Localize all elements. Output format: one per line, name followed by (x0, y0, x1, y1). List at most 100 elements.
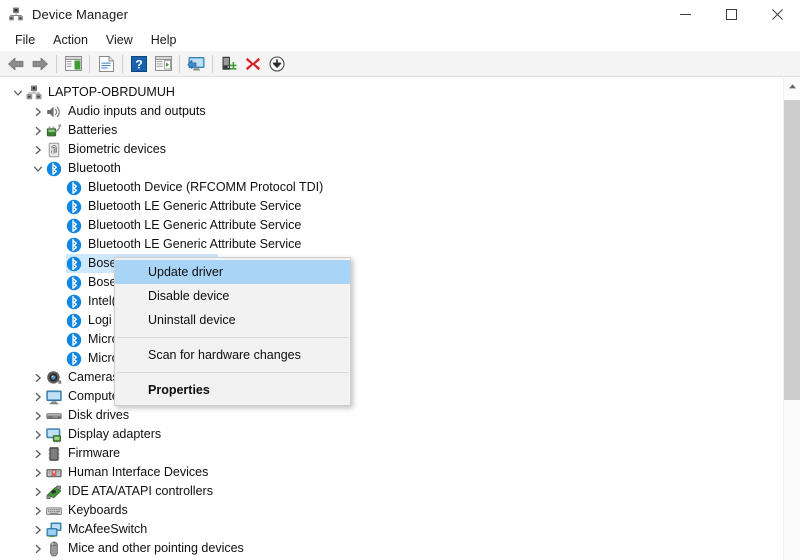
tree-twisty-spacer (50, 254, 66, 273)
tree-twisty-collapsed-icon[interactable] (30, 463, 46, 482)
tree-row-label: Biometric devices (68, 142, 166, 156)
minimize-button[interactable] (662, 0, 708, 28)
ctx-uninstall-device[interactable]: Uninstall device (115, 308, 350, 332)
tree-twisty-expanded-icon[interactable] (30, 159, 46, 178)
tree-twisty-collapsed-icon[interactable] (30, 406, 46, 425)
tree-row-label: Firmware (68, 446, 121, 460)
back-button[interactable] (4, 52, 28, 76)
scan-for-hardware-changes-button[interactable] (184, 52, 208, 76)
tree-row[interactable]: Bluetooth LE Generic Attribute Service (0, 235, 775, 254)
tree-row-label: Keyboards (68, 503, 128, 517)
tree-row-label: Bluetooth LE Generic Attribute Service (88, 237, 302, 251)
ctx-properties[interactable]: Properties (115, 378, 350, 402)
tree-row[interactable]: Bluetooth (0, 159, 775, 178)
device-manager-icon (8, 6, 24, 22)
tree-twisty-spacer (50, 197, 66, 216)
tree-twisty-spacer (50, 178, 66, 197)
battery-icon (46, 123, 62, 139)
bluetooth-icon (66, 237, 82, 253)
tree-twisty-collapsed-icon[interactable] (30, 520, 46, 539)
tree-row[interactable]: Keyboards (0, 501, 775, 520)
toolbar-separator-1 (56, 54, 57, 73)
tree-twisty-spacer (50, 330, 66, 349)
tree-twisty-spacer (50, 292, 66, 311)
menu-bar: File Action View Help (0, 28, 800, 51)
bluetooth-icon (66, 275, 82, 291)
tree-row[interactable]: Batteries (0, 121, 775, 140)
tree-twisty-collapsed-icon[interactable] (30, 482, 46, 501)
tree-row[interactable]: Display adapters (0, 425, 775, 444)
tree-twisty-collapsed-icon[interactable] (30, 501, 46, 520)
speaker-icon (46, 104, 62, 120)
tree-row[interactable]: Bluetooth LE Generic Attribute Service (0, 216, 775, 235)
tree-twisty-collapsed-icon[interactable] (30, 368, 46, 387)
scroll-up-arrow-icon[interactable] (784, 78, 800, 95)
tree-row[interactable]: Firmware (0, 444, 775, 463)
help-button[interactable]: ? (127, 52, 151, 76)
tree-row[interactable]: Bluetooth Device (RFCOMM Protocol TDI) (0, 178, 775, 197)
maximize-button[interactable] (708, 0, 754, 28)
toolbar: ? (0, 51, 800, 77)
tree-row[interactable]: LAPTOP-OBRDUMUH (0, 83, 775, 102)
disable-device-button[interactable] (265, 52, 289, 76)
bluetooth-icon (66, 313, 82, 329)
bluetooth-icon (66, 256, 82, 272)
ctx-scan-for-hardware-changes[interactable]: Scan for hardware changes (115, 343, 350, 367)
tree-twisty-collapsed-icon[interactable] (30, 425, 46, 444)
action-pane-button[interactable] (151, 52, 175, 76)
tree-twisty-collapsed-icon[interactable] (30, 102, 46, 121)
network-switch-icon (46, 522, 62, 538)
tree-twisty-expanded-icon[interactable] (10, 83, 26, 102)
tree-row[interactable]: Biometric devices (0, 140, 775, 159)
bluetooth-icon (66, 351, 82, 367)
window-controls (662, 0, 800, 28)
tree-row-label: Bluetooth (68, 161, 121, 175)
display-adapter-icon (46, 427, 62, 443)
properties-button[interactable] (94, 52, 118, 76)
hid-icon (46, 465, 62, 481)
tree-row[interactable]: Human Interface Devices (0, 463, 775, 482)
tree-twisty-collapsed-icon[interactable] (30, 121, 46, 140)
update-driver-button[interactable] (217, 52, 241, 76)
tree-row-label: Display adapters (68, 427, 162, 441)
tree-row[interactable]: Bluetooth LE Generic Attribute Service (0, 197, 775, 216)
scroll-thumb[interactable] (784, 100, 800, 400)
vertical-scrollbar[interactable] (783, 78, 800, 560)
tree-row-label: McAfeeSwitch (68, 522, 148, 536)
bluetooth-icon (66, 180, 82, 196)
bluetooth-icon (66, 218, 82, 234)
tree-row[interactable]: Audio inputs and outputs (0, 102, 775, 121)
keyboard-icon (46, 503, 62, 519)
tree-row[interactable]: Mice and other pointing devices (0, 539, 775, 558)
tree-row[interactable]: Disk drives (0, 406, 775, 425)
bluetooth-icon (66, 332, 82, 348)
close-button[interactable] (754, 0, 800, 28)
toolbar-separator-4 (179, 54, 180, 73)
tree-row-label: IDE ATA/ATAPI controllers (68, 484, 213, 498)
menu-file[interactable]: File (6, 31, 44, 49)
uninstall-device-button[interactable] (241, 52, 265, 76)
tree-row[interactable]: McAfeeSwitch (0, 520, 775, 539)
computer-root-icon (26, 85, 42, 101)
disk-drive-icon (46, 408, 62, 424)
menu-action[interactable]: Action (44, 31, 97, 49)
tree-row-label: LAPTOP-OBRDUMUH (48, 85, 175, 99)
mouse-icon (46, 540, 62, 557)
menu-view[interactable]: View (97, 31, 142, 49)
show-hide-console-tree-button[interactable] (61, 52, 85, 76)
toolbar-separator-3 (122, 54, 123, 73)
bluetooth-icon (46, 161, 62, 177)
firmware-chip-icon (46, 446, 62, 462)
ctx-disable-device[interactable]: Disable device (115, 284, 350, 308)
tree-twisty-collapsed-icon[interactable] (30, 140, 46, 159)
menu-help[interactable]: Help (142, 31, 186, 49)
tree-row-label: Human Interface Devices (68, 465, 209, 479)
ctx-update-driver[interactable]: Update driver (115, 260, 350, 284)
tree-row-label: Disk drives (68, 408, 130, 422)
forward-button[interactable] (28, 52, 52, 76)
camera-icon (46, 370, 62, 386)
tree-twisty-collapsed-icon[interactable] (30, 539, 46, 558)
tree-row[interactable]: IDE ATA/ATAPI controllers (0, 482, 775, 501)
tree-twisty-collapsed-icon[interactable] (30, 387, 46, 406)
tree-twisty-collapsed-icon[interactable] (30, 444, 46, 463)
